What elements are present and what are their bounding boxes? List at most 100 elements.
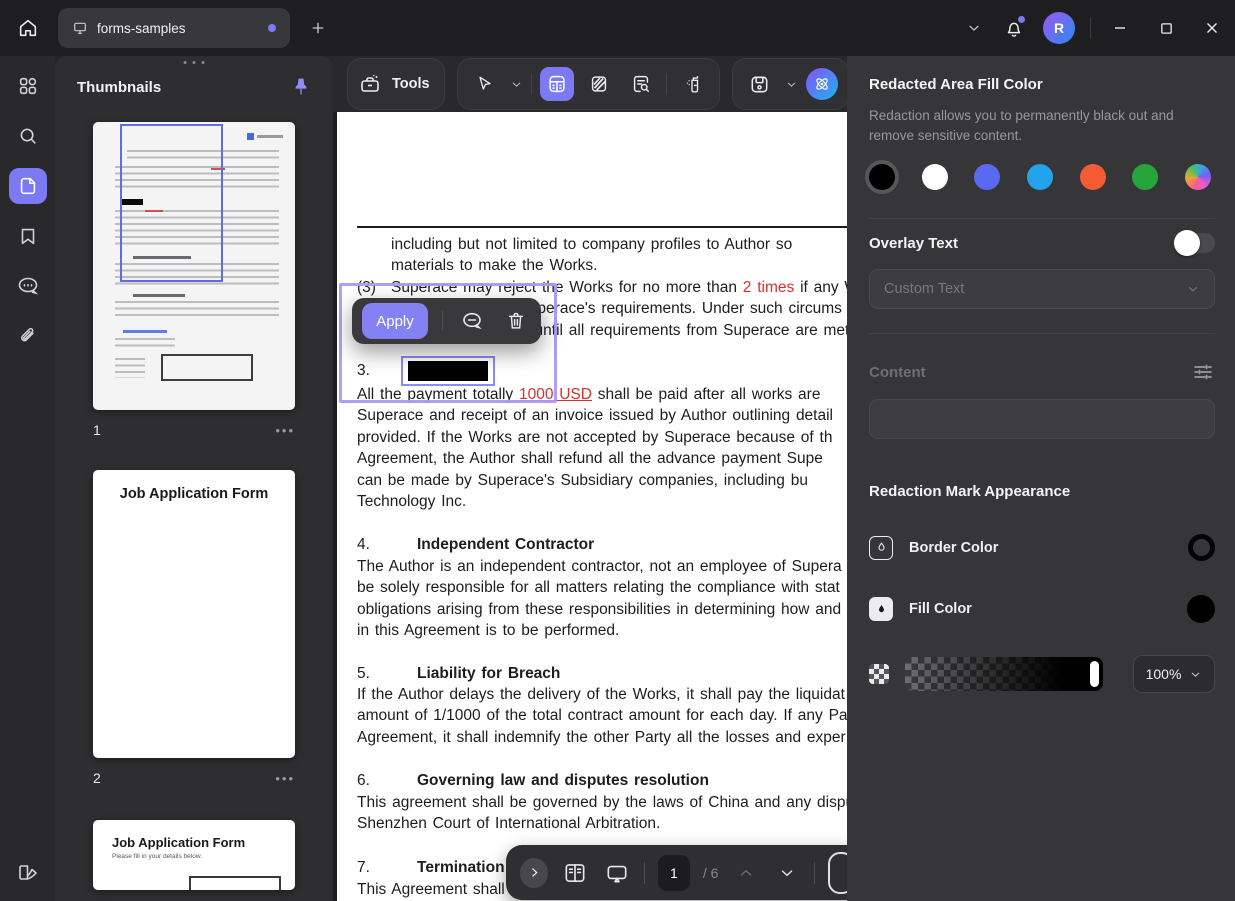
select-tool-button[interactable]: [468, 67, 502, 101]
previous-page-button[interactable]: [731, 858, 759, 888]
expand-nav-button[interactable]: [520, 858, 548, 888]
page-layout-button[interactable]: [561, 858, 589, 888]
divider: [869, 218, 1215, 219]
thumbnail-text-lines: [115, 338, 175, 350]
opacity-slider-handle[interactable]: [1090, 661, 1099, 687]
section-heading: 4.Independent Contractor: [357, 534, 847, 555]
save-group: [732, 58, 849, 110]
bookmark-icon: [17, 225, 39, 247]
close-button[interactable]: [1189, 0, 1235, 56]
search-redact-button[interactable]: [624, 67, 658, 101]
swatch-purple[interactable]: [974, 164, 1000, 190]
doc-line: provided. If the Works are not accepted …: [357, 427, 847, 448]
document-column: Tools: [333, 56, 847, 901]
save-button[interactable]: [743, 67, 777, 101]
pin-icon[interactable]: [291, 76, 311, 98]
fill-color-label: Fill Color: [909, 601, 972, 617]
ai-assistant-button[interactable]: [806, 68, 838, 100]
delete-button[interactable]: [501, 306, 531, 336]
sidebar-item-apps[interactable]: [9, 68, 47, 104]
redact-area-tool-button[interactable]: [540, 67, 574, 101]
spray-bottle-icon: [681, 73, 703, 95]
sidebar-item-attachments[interactable]: [9, 318, 47, 354]
sanitize-button[interactable]: [675, 67, 709, 101]
redaction-pattern-button[interactable]: [582, 67, 616, 101]
doc-line: Shenzhen Court of International Arbitrat…: [357, 813, 847, 834]
thumbnail-signature-box: [161, 354, 253, 381]
document-tab[interactable]: forms-samples: [58, 8, 290, 48]
paperclip-icon: [17, 325, 39, 347]
edit-tools-group: [457, 58, 720, 110]
swatch-orange[interactable]: [1080, 164, 1106, 190]
swatch-white[interactable]: [922, 164, 948, 190]
viewport-indicator[interactable]: [120, 124, 223, 282]
menu-chevron-button[interactable]: [954, 8, 994, 48]
title-bar: forms-samples R: [0, 0, 1235, 56]
panel-title: Thumbnails: [77, 79, 291, 96]
doc-line: Agreement, the Author shall refund all t…: [357, 448, 847, 469]
thumbnail-number: 2: [93, 770, 101, 786]
overlay-text-dropdown[interactable]: Custom Text: [869, 269, 1215, 309]
swatch-custom-color-picker[interactable]: [1185, 164, 1211, 190]
add-comment-button[interactable]: [457, 306, 487, 336]
presentation-mode-button[interactable]: [603, 858, 631, 888]
chevron-right-icon: [528, 866, 541, 879]
next-page-button[interactable]: [773, 858, 801, 888]
border-color-swatch[interactable]: [1188, 534, 1215, 561]
thumbnail-page-1[interactable]: [93, 122, 295, 410]
swatch-blue[interactable]: [1027, 164, 1053, 190]
trash-icon: [505, 310, 527, 332]
zoom-control-partial[interactable]: [828, 852, 847, 894]
avatar[interactable]: R: [1043, 12, 1075, 44]
chevron-down-icon[interactable]: [510, 78, 523, 91]
overlay-text-toggle[interactable]: [1173, 233, 1215, 253]
thumbnail-link-text: [123, 330, 167, 333]
redaction-popup-toolbar: Apply: [352, 298, 541, 344]
thumbnail-menu-button[interactable]: •••: [275, 771, 295, 786]
hatched-square-icon: [588, 73, 610, 95]
doc-line: including but not limited to company pro…: [357, 234, 847, 255]
red-text: 2 times: [743, 279, 794, 296]
notifications-button[interactable]: [994, 8, 1034, 48]
sidebar-item-thumbnails[interactable]: [9, 168, 47, 204]
swatch-black[interactable]: [869, 164, 895, 190]
thumbnail-page-2[interactable]: Job Application Form: [93, 470, 295, 758]
panel-drag-handle[interactable]: [184, 61, 205, 64]
apply-button[interactable]: Apply: [362, 303, 428, 339]
chevron-down-icon: [1186, 282, 1200, 296]
minimize-button[interactable]: [1097, 0, 1143, 56]
sidebar-item-bookmarks[interactable]: [9, 218, 47, 254]
left-sidebar: [0, 56, 55, 901]
doc-line: Superace and receipt of an invoice issue…: [357, 405, 847, 426]
text-format-settings-icon[interactable]: [1191, 360, 1215, 384]
sidebar-item-comments[interactable]: [9, 268, 47, 304]
sidebar-item-signature[interactable]: [9, 855, 47, 891]
swatch-green[interactable]: [1132, 164, 1158, 190]
sidebar-item-search[interactable]: [9, 118, 47, 154]
maximize-button[interactable]: [1143, 0, 1189, 56]
thumbnail-text-lines: [115, 358, 145, 378]
divider: [1090, 17, 1091, 39]
new-tab-button[interactable]: [302, 12, 334, 44]
opacity-slider[interactable]: [905, 657, 1103, 691]
document-page[interactable]: including but not limited to company pro…: [333, 112, 847, 901]
opacity-dropdown[interactable]: 100%: [1133, 655, 1215, 693]
thumbnail-page-3[interactable]: Job Application Form Please fill in your…: [93, 820, 295, 890]
notification-dot: [1018, 16, 1025, 23]
cursor-icon: [475, 74, 495, 94]
tools-group[interactable]: Tools: [347, 58, 445, 110]
page-number-input[interactable]: 1: [658, 855, 690, 891]
doc-line: be solely responsible for all matters re…: [357, 577, 847, 598]
chevron-down-icon[interactable]: [785, 78, 798, 91]
thumbnail-logo: [247, 133, 283, 140]
home-button[interactable]: [8, 8, 48, 48]
panel-title: Redacted Area Fill Color: [869, 76, 1215, 93]
fill-color-swatch[interactable]: [1187, 595, 1215, 623]
tools-label: Tools: [392, 76, 430, 92]
doc-line: The Author is an independent contractor,…: [357, 556, 847, 577]
thumbnail-menu-button[interactable]: •••: [275, 423, 295, 438]
content-input[interactable]: [869, 399, 1215, 439]
doc-line: in this Agreement is to be performed.: [357, 620, 847, 641]
maximize-icon: [1160, 22, 1173, 35]
document-text: including but not limited to company pro…: [357, 112, 847, 900]
